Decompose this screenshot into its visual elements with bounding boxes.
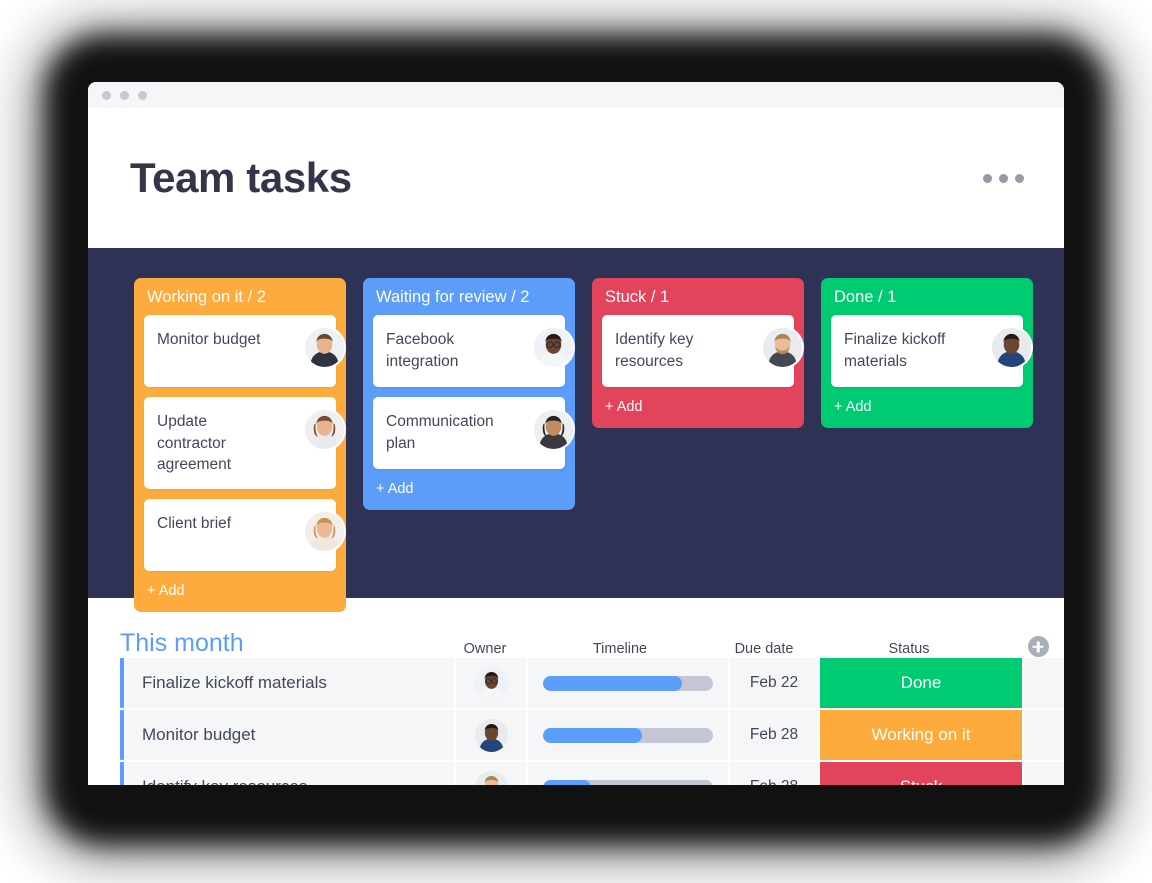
window-close-dot[interactable]: [102, 90, 111, 100]
timeline-progress-fill: [543, 675, 683, 691]
column-header-timeline[interactable]: Timeline: [520, 641, 720, 659]
kanban-card-title: Identify key resources: [615, 331, 694, 370]
window-maximize-dot[interactable]: [138, 90, 147, 100]
cell-empty: [1024, 762, 1064, 785]
kanban-card-title: Finalize kickoff materials: [844, 331, 946, 370]
kanban-column: Stuck / 1 Identify key resources + Add: [592, 278, 804, 428]
cell-timeline[interactable]: [528, 710, 728, 760]
kanban-card[interactable]: Communication plan: [373, 397, 573, 470]
window-minimize-dot[interactable]: [120, 90, 129, 100]
cell-owner[interactable]: [456, 710, 526, 760]
kanban-card-title: Client brief: [157, 515, 232, 533]
task-name-text: Finalize kickoff materials: [142, 673, 327, 692]
page-title: Team tasks: [130, 154, 352, 201]
status-badge[interactable]: Working on it: [820, 710, 1022, 760]
cell-task-name[interactable]: Identify key resources: [124, 762, 454, 785]
cell-task-name[interactable]: Monitor budget: [124, 710, 454, 760]
add-card-button[interactable]: + Add: [831, 397, 1023, 417]
kanban-card[interactable]: Identify key resources: [602, 315, 802, 388]
cell-owner[interactable]: [456, 658, 526, 708]
timeline-progress-fill: [543, 727, 642, 743]
cell-due-date[interactable]: Feb 28: [730, 762, 818, 785]
table-row[interactable]: Identify key resources Feb 28Stuck: [88, 762, 1064, 785]
timeline-progress-track: [543, 779, 713, 785]
add-card-button[interactable]: + Add: [144, 581, 336, 601]
kanban-column-title: Working on it / 2: [147, 288, 266, 306]
column-header-due-date[interactable]: Due date: [720, 641, 808, 659]
kanban-column-title: Stuck / 1: [605, 288, 670, 306]
table-row[interactable]: Monitor budget Feb 28 Working on it: [88, 710, 1064, 760]
kebab-dot-1: [983, 173, 992, 183]
status-badge[interactable]: Done: [820, 658, 1022, 708]
timeline-progress-fill: [543, 779, 591, 785]
avatar[interactable]: [534, 410, 573, 450]
avatar[interactable]: [992, 328, 1031, 368]
column-header-status[interactable]: Status: [808, 641, 1010, 659]
browser-window: Team tasks Working on it / 2 Monitor budg…: [88, 82, 1064, 785]
kanban-card-title: Communication plan: [386, 413, 494, 452]
kanban-column: Done / 1 Finalize kickoff materials + Add: [821, 278, 1033, 428]
avatar[interactable]: [305, 410, 344, 450]
add-column-cell: [1010, 636, 1064, 658]
status-badge[interactable]: Stuck: [820, 762, 1022, 785]
cell-empty: [1024, 710, 1064, 760]
avatar[interactable]: [474, 718, 508, 752]
cell-empty: [1024, 658, 1064, 708]
kanban-card[interactable]: Client brief: [144, 499, 344, 572]
kebab-dot-3: [1015, 173, 1024, 183]
avatar[interactable]: [534, 328, 573, 368]
kanban-card[interactable]: Monitor budget: [144, 315, 344, 388]
window-titlebar: [88, 82, 1064, 108]
add-card-button[interactable]: + Add: [602, 397, 794, 417]
table-row[interactable]: Finalize kickoff materials Feb 22 Done: [88, 658, 1064, 708]
avatar[interactable]: [763, 328, 802, 368]
kanban-card[interactable]: Facebook integration: [373, 315, 573, 388]
avatar[interactable]: [474, 770, 508, 785]
cell-due-date[interactable]: Feb 22: [730, 658, 818, 708]
kanban-card[interactable]: Finalize kickoff materials: [831, 315, 1031, 388]
cell-timeline[interactable]: [528, 762, 728, 785]
timeline-progress-track: [543, 727, 713, 743]
avatar[interactable]: [305, 328, 344, 368]
table-body: Finalize kickoff materials Feb 22 Done Moni…: [88, 658, 1064, 785]
add-column-icon[interactable]: [1027, 636, 1049, 657]
avatar[interactable]: [305, 512, 344, 552]
add-card-button[interactable]: + Add: [373, 479, 565, 499]
task-name-text: Monitor budget: [142, 725, 256, 744]
cell-owner[interactable]: [456, 762, 526, 785]
kanban-board: Working on it / 2 Monitor budget Update co…: [88, 248, 1064, 612]
kanban-column: Working on it / 2 Monitor budget Update co…: [134, 278, 346, 612]
kanban-card-title: Monitor budget: [157, 331, 261, 349]
cell-timeline[interactable]: [528, 658, 728, 708]
kebab-menu-icon[interactable]: [983, 173, 1024, 183]
task-name-text: Identify key resources: [142, 777, 307, 785]
cell-task-name[interactable]: Finalize kickoff materials: [124, 658, 454, 708]
table-header-row: This month Owner Timeline Due date Statu…: [88, 624, 1064, 658]
table-section: This month Owner Timeline Due date Statu…: [88, 598, 1064, 785]
timeline-progress-track: [543, 675, 713, 691]
kanban-card[interactable]: Update contractor agreement: [144, 397, 344, 490]
kanban-column-title: Waiting for review / 2: [376, 288, 530, 306]
kanban-card-title: Facebook integration: [386, 331, 459, 370]
kanban-card-title: Update contractor agreement: [157, 413, 232, 473]
table-group-title: This month: [120, 629, 244, 657]
cell-due-date[interactable]: Feb 28: [730, 710, 818, 760]
kanban-column: Waiting for review / 2 Facebook integrati…: [363, 278, 575, 510]
app-header: Team tasks: [88, 108, 1064, 248]
kanban-column-title: Done / 1: [834, 288, 897, 306]
screenshot-stage: Team tasks Working on it / 2 Monitor budg…: [0, 0, 1152, 883]
kebab-dot-2: [999, 173, 1008, 183]
avatar[interactable]: [474, 666, 508, 700]
column-header-owner[interactable]: Owner: [450, 641, 520, 659]
